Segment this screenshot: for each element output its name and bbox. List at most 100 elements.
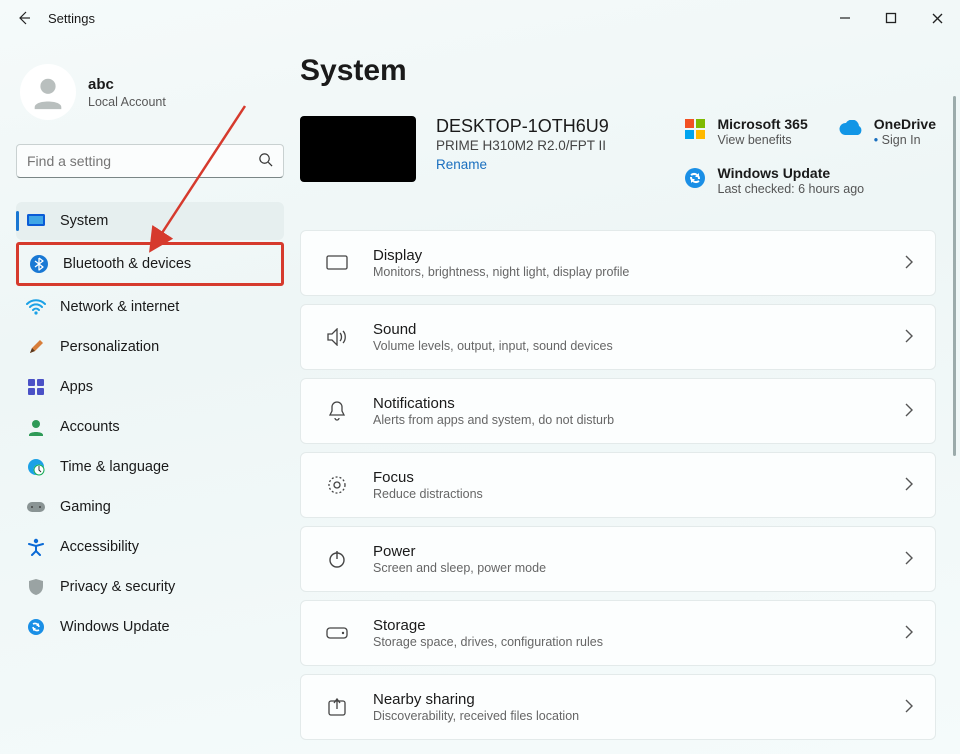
- profile-name: abc: [88, 76, 166, 93]
- setting-title: Notifications: [373, 395, 904, 412]
- profile-sub: Local Account: [88, 95, 166, 109]
- setting-sub: Alerts from apps and system, do not dist…: [373, 413, 904, 427]
- windows-update-icon: [682, 165, 708, 191]
- device-thumbnail: [300, 116, 416, 182]
- nav-system[interactable]: System: [16, 202, 284, 240]
- onedrive-sub: • Sign In: [874, 133, 936, 147]
- search-icon: [258, 152, 273, 170]
- setting-sub: Discoverability, received files location: [373, 709, 904, 723]
- chevron-right-icon: [904, 477, 913, 494]
- sidebar: abc Local Account System Bluetooth & dev…: [0, 36, 300, 754]
- m365-card[interactable]: Microsoft 365 View benefits: [682, 116, 808, 147]
- shield-icon: [26, 577, 46, 597]
- windows-update-card[interactable]: Windows Update Last checked: 6 hours ago: [682, 165, 937, 196]
- setting-title: Sound: [373, 321, 904, 338]
- onedrive-card[interactable]: OneDrive • Sign In: [838, 116, 936, 147]
- setting-power[interactable]: PowerScreen and sleep, power mode: [300, 526, 936, 592]
- bell-icon: [323, 401, 351, 421]
- nav-label: Accessibility: [60, 539, 139, 555]
- nav-bluetooth[interactable]: Bluetooth & devices: [16, 242, 284, 286]
- nav-gaming[interactable]: Gaming: [16, 488, 284, 526]
- nav-label: Bluetooth & devices: [63, 256, 191, 272]
- main-content: System DESKTOP-1OTH6U9 PRIME H310M2 R2.0…: [300, 36, 960, 754]
- system-settings-list: DisplayMonitors, brightness, night light…: [300, 230, 936, 752]
- setting-notifications[interactable]: NotificationsAlerts from apps and system…: [300, 378, 936, 444]
- setting-title: Focus: [373, 469, 904, 486]
- device-model: PRIME H310M2 R2.0/FPT II: [436, 138, 609, 153]
- wu-sub: Last checked: 6 hours ago: [718, 182, 865, 196]
- storage-icon: [323, 627, 351, 639]
- nav-label: Privacy & security: [60, 579, 175, 595]
- profile-block[interactable]: abc Local Account: [16, 48, 284, 144]
- search-input[interactable]: [27, 153, 258, 169]
- setting-nearby[interactable]: Nearby sharingDiscoverability, received …: [300, 674, 936, 740]
- nav-personalization[interactable]: Personalization: [16, 328, 284, 366]
- clock-globe-icon: [26, 457, 46, 477]
- accessibility-icon: [26, 537, 46, 557]
- paintbrush-icon: [26, 337, 46, 357]
- app-title: Settings: [48, 11, 95, 26]
- setting-sound[interactable]: SoundVolume levels, output, input, sound…: [300, 304, 936, 370]
- bluetooth-icon: [29, 254, 49, 274]
- nav-network[interactable]: Network & internet: [16, 288, 284, 326]
- nav-label: System: [60, 213, 108, 229]
- wu-title: Windows Update: [718, 165, 865, 181]
- nav-label: Windows Update: [60, 619, 170, 635]
- setting-sub: Screen and sleep, power mode: [373, 561, 904, 575]
- wifi-icon: [26, 297, 46, 317]
- minimize-button[interactable]: [822, 0, 868, 36]
- setting-title: Power: [373, 543, 904, 560]
- setting-display[interactable]: DisplayMonitors, brightness, night light…: [300, 230, 936, 296]
- chevron-right-icon: [904, 255, 913, 272]
- setting-sub: Monitors, brightness, night light, displ…: [373, 265, 904, 279]
- setting-storage[interactable]: StorageStorage space, drives, configurat…: [300, 600, 936, 666]
- scrollbar-thumb[interactable]: [953, 96, 956, 456]
- system-icon: [26, 211, 46, 231]
- m365-icon: [682, 116, 708, 142]
- avatar: [20, 64, 76, 120]
- nav-label: Apps: [60, 379, 93, 395]
- rename-link[interactable]: Rename: [436, 157, 609, 172]
- m365-sub: View benefits: [718, 133, 808, 147]
- chevron-right-icon: [904, 699, 913, 716]
- setting-focus[interactable]: FocusReduce distractions: [300, 452, 936, 518]
- person-icon: [26, 417, 46, 437]
- onedrive-icon: [838, 116, 864, 142]
- chevron-right-icon: [904, 625, 913, 642]
- nav-privacy[interactable]: Privacy & security: [16, 568, 284, 606]
- nav-apps[interactable]: Apps: [16, 368, 284, 406]
- device-hero: DESKTOP-1OTH6U9 PRIME H310M2 R2.0/FPT II…: [300, 116, 936, 196]
- apps-icon: [26, 377, 46, 397]
- nav-list: System Bluetooth & devices Network & int…: [16, 202, 284, 646]
- settings-window: Settings abc Local Account: [0, 0, 960, 754]
- device-name: DESKTOP-1OTH6U9: [436, 116, 609, 137]
- nav-accounts[interactable]: Accounts: [16, 408, 284, 446]
- search-box[interactable]: [16, 144, 284, 178]
- close-button[interactable]: [914, 0, 960, 36]
- maximize-button[interactable]: [868, 0, 914, 36]
- nav-label: Accounts: [60, 419, 120, 435]
- onedrive-title: OneDrive: [874, 116, 936, 132]
- share-icon: [323, 697, 351, 717]
- titlebar: Settings: [0, 0, 960, 36]
- page-title: System: [300, 54, 936, 88]
- nav-accessibility[interactable]: Accessibility: [16, 528, 284, 566]
- nav-update[interactable]: Windows Update: [16, 608, 284, 646]
- focus-icon: [323, 475, 351, 495]
- chevron-right-icon: [904, 551, 913, 568]
- setting-sub: Reduce distractions: [373, 487, 904, 501]
- sound-icon: [323, 328, 351, 346]
- setting-sub: Volume levels, output, input, sound devi…: [373, 339, 904, 353]
- setting-title: Nearby sharing: [373, 691, 904, 708]
- nav-label: Gaming: [60, 499, 111, 515]
- chevron-right-icon: [904, 329, 913, 346]
- update-icon: [26, 617, 46, 637]
- back-button[interactable]: [16, 10, 32, 26]
- display-icon: [323, 255, 351, 271]
- setting-title: Storage: [373, 617, 904, 634]
- nav-label: Personalization: [60, 339, 159, 355]
- power-icon: [323, 549, 351, 569]
- chevron-right-icon: [904, 403, 913, 420]
- nav-label: Time & language: [60, 459, 169, 475]
- nav-time[interactable]: Time & language: [16, 448, 284, 486]
